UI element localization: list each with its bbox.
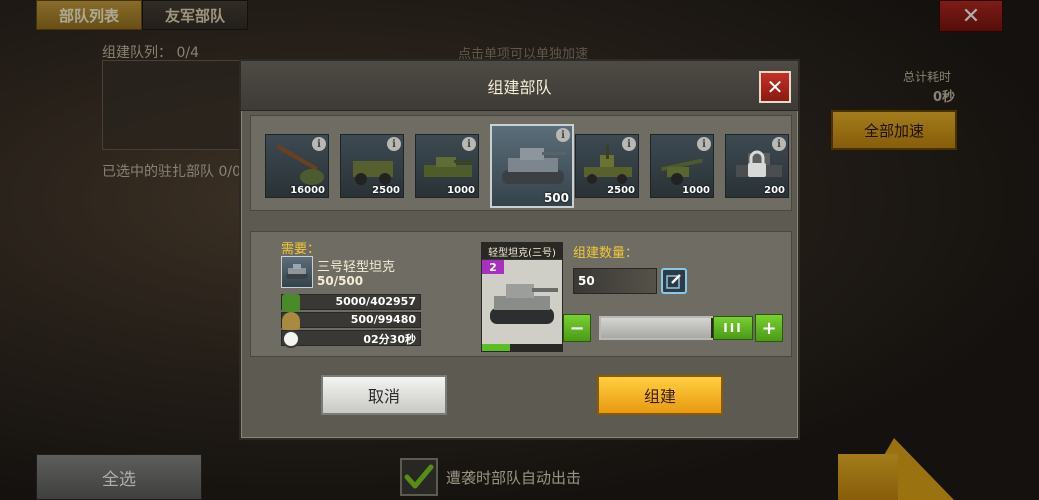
increase-button[interactable]: + xyxy=(755,314,783,342)
time-cost: 02分30秒 xyxy=(363,333,416,346)
info-icon[interactable]: i xyxy=(556,128,570,142)
time-cost-row: 02分30秒 xyxy=(281,330,421,348)
unit-count: 1000 xyxy=(682,185,710,196)
decrease-button[interactable]: − xyxy=(563,314,591,342)
unit-card-field-gun[interactable]: i 1000 xyxy=(650,134,714,198)
minus-icon: − xyxy=(569,317,585,339)
unit-card-rifle[interactable]: i 16000 xyxy=(265,134,329,198)
pencil-icon xyxy=(666,274,681,289)
plus-icon: + xyxy=(761,317,777,339)
tank-thumbnail-icon xyxy=(281,256,313,288)
required-unit-name: 三号轻型坦克 xyxy=(317,260,396,275)
info-icon[interactable]: i xyxy=(387,137,401,151)
unit-card-light-tank[interactable]: i 500 xyxy=(490,124,574,208)
requirement-label: 需要： xyxy=(281,242,321,257)
slider-handle[interactable]: III xyxy=(713,316,753,340)
preview-title: 轻型坦克(三号) xyxy=(482,243,562,259)
money-cost: 5000/402957 xyxy=(335,295,416,308)
unit-card-aa-truck[interactable]: i 2500 xyxy=(575,134,639,198)
unit-count: 500 xyxy=(543,191,569,205)
info-icon[interactable]: i xyxy=(462,137,476,151)
unit-card-locked[interactable]: i 200 xyxy=(725,134,789,198)
clock-icon xyxy=(282,330,300,348)
preview-progress xyxy=(482,344,562,351)
population-cost-row: 500/99480 xyxy=(281,312,421,330)
unit-count: 2500 xyxy=(372,185,400,196)
quantity-slider[interactable]: III xyxy=(599,316,753,340)
close-icon: ✕ xyxy=(766,75,784,99)
unit-count: 16000 xyxy=(290,185,325,196)
cancel-button[interactable]: 取消 xyxy=(321,375,447,415)
unit-card-armored[interactable]: i 1000 xyxy=(415,134,479,198)
build-troops-dialog: 组建部队 ✕ i 16000 i 2500 i 1000 i 500 i 250… xyxy=(239,59,800,440)
dialog-close-button[interactable]: ✕ xyxy=(759,71,791,103)
info-icon[interactable]: i xyxy=(697,137,711,151)
unit-count: 1000 xyxy=(447,185,475,196)
unit-detail-panel: 需要： 三号轻型坦克 50/500 5000/402957 500/99480 … xyxy=(250,231,792,357)
money-cost-row: 5000/402957 xyxy=(281,294,421,312)
edit-quantity-button[interactable] xyxy=(661,268,687,294)
population-cost: 500/99480 xyxy=(350,313,416,326)
preview-progress-fill xyxy=(482,344,510,351)
population-icon xyxy=(282,312,300,330)
money-icon xyxy=(282,294,300,312)
quantity-input[interactable]: 50 xyxy=(573,268,657,294)
build-button[interactable]: 组建 xyxy=(597,375,723,415)
unit-selector: i 16000 i 2500 i 1000 i 500 i 2500 i 100… xyxy=(250,115,792,211)
tier-badge: 2 xyxy=(482,260,504,274)
unit-count: 2500 xyxy=(607,185,635,196)
required-unit-count: 50/500 xyxy=(317,274,364,288)
dialog-title: 组建部队 xyxy=(241,61,798,111)
unit-card-jeep[interactable]: i 2500 xyxy=(340,134,404,198)
unit-preview: 轻型坦克(三号) 2 xyxy=(481,242,563,352)
slider-fill xyxy=(601,318,711,338)
info-icon[interactable]: i xyxy=(772,137,786,151)
info-icon[interactable]: i xyxy=(312,137,326,151)
unit-count: 200 xyxy=(764,185,785,196)
info-icon[interactable]: i xyxy=(622,137,636,151)
quantity-label: 组建数量： xyxy=(573,246,639,261)
